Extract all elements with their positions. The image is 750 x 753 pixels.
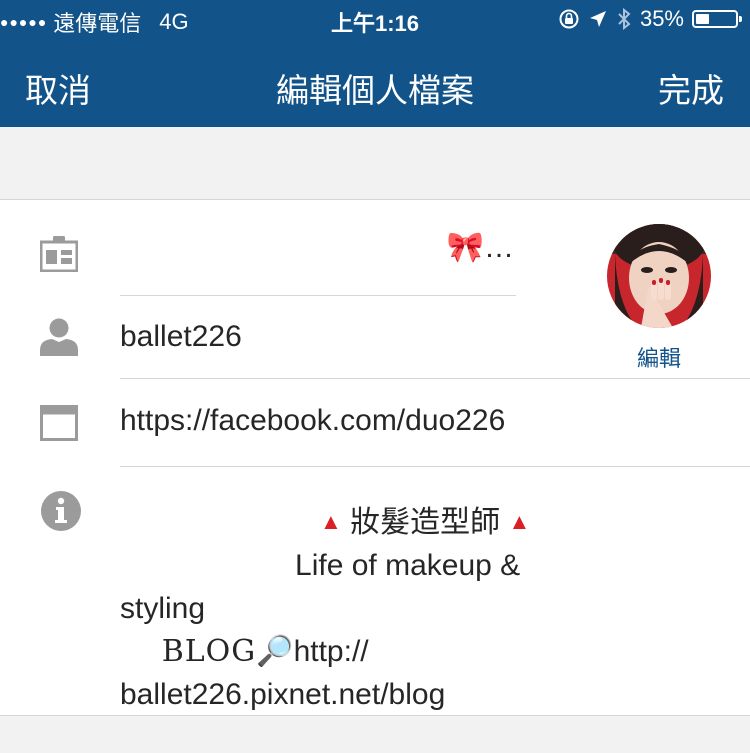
page-title: 編輯個人檔案 [276,72,474,109]
status-right: 35% [558,6,742,32]
avatar-photo [607,224,711,328]
header: ●●●●● 遠傳電信 4G 上午1:16 35% 取消 編輯個人檔案 完成 [0,0,750,127]
battery-level-fill [696,14,709,24]
bio-url-start: http:// [293,635,369,668]
username-field[interactable]: ballet226 [120,320,242,354]
bio-line-4: BLOG🔎http:// [120,630,620,673]
avatar[interactable] [607,224,711,328]
edit-avatar-button[interactable]: 編輯 [607,341,711,373]
id-card-icon [40,236,78,272]
bio-indent [120,506,320,539]
bio-line-1: ▲ 妝髮造型師 ▲ [120,500,620,544]
name-divider [120,295,516,296]
website-field[interactable]: https://facebook.com/duo226 [120,404,505,438]
red-triangle-icon: ▲ [320,509,342,534]
username-divider [120,378,750,379]
website-divider [120,466,750,467]
bio-line-5: ballet226.pixnet.net/blog [120,678,446,711]
battery-percent: 35% [639,6,684,31]
battery-icon [692,10,742,28]
bio-line-3: styling [120,592,206,625]
bio-title: 妝髮造型師 [341,506,509,539]
bio-field[interactable]: ▲ 妝髮造型師 ▲ Life of makeup & styling BLOG🔎… [120,500,620,716]
navigation-bar: 取消 編輯個人檔案 完成 [0,40,750,127]
magnifier-icon: 🔎 [256,635,294,668]
location-arrow-icon [589,11,606,27]
bluetooth-icon [618,7,631,31]
rotation-lock-icon [559,9,579,29]
bio-indent [120,635,162,668]
red-triangle-icon: ▲ [508,509,531,534]
info-icon [41,491,81,531]
profile-form: 🎀… 編輯 ballet226 https://facebook.com/duo… [0,199,750,716]
browser-window-icon [40,405,78,441]
bio-line-2: Life of makeup & [120,549,521,582]
status-bar: ●●●●● 遠傳電信 4G 上午1:16 35% [0,0,750,40]
bio-blog-label: BLOG [161,634,257,669]
person-icon [40,318,78,356]
done-button[interactable]: 完成 [658,64,724,112]
name-field[interactable]: 🎀… [447,230,514,265]
